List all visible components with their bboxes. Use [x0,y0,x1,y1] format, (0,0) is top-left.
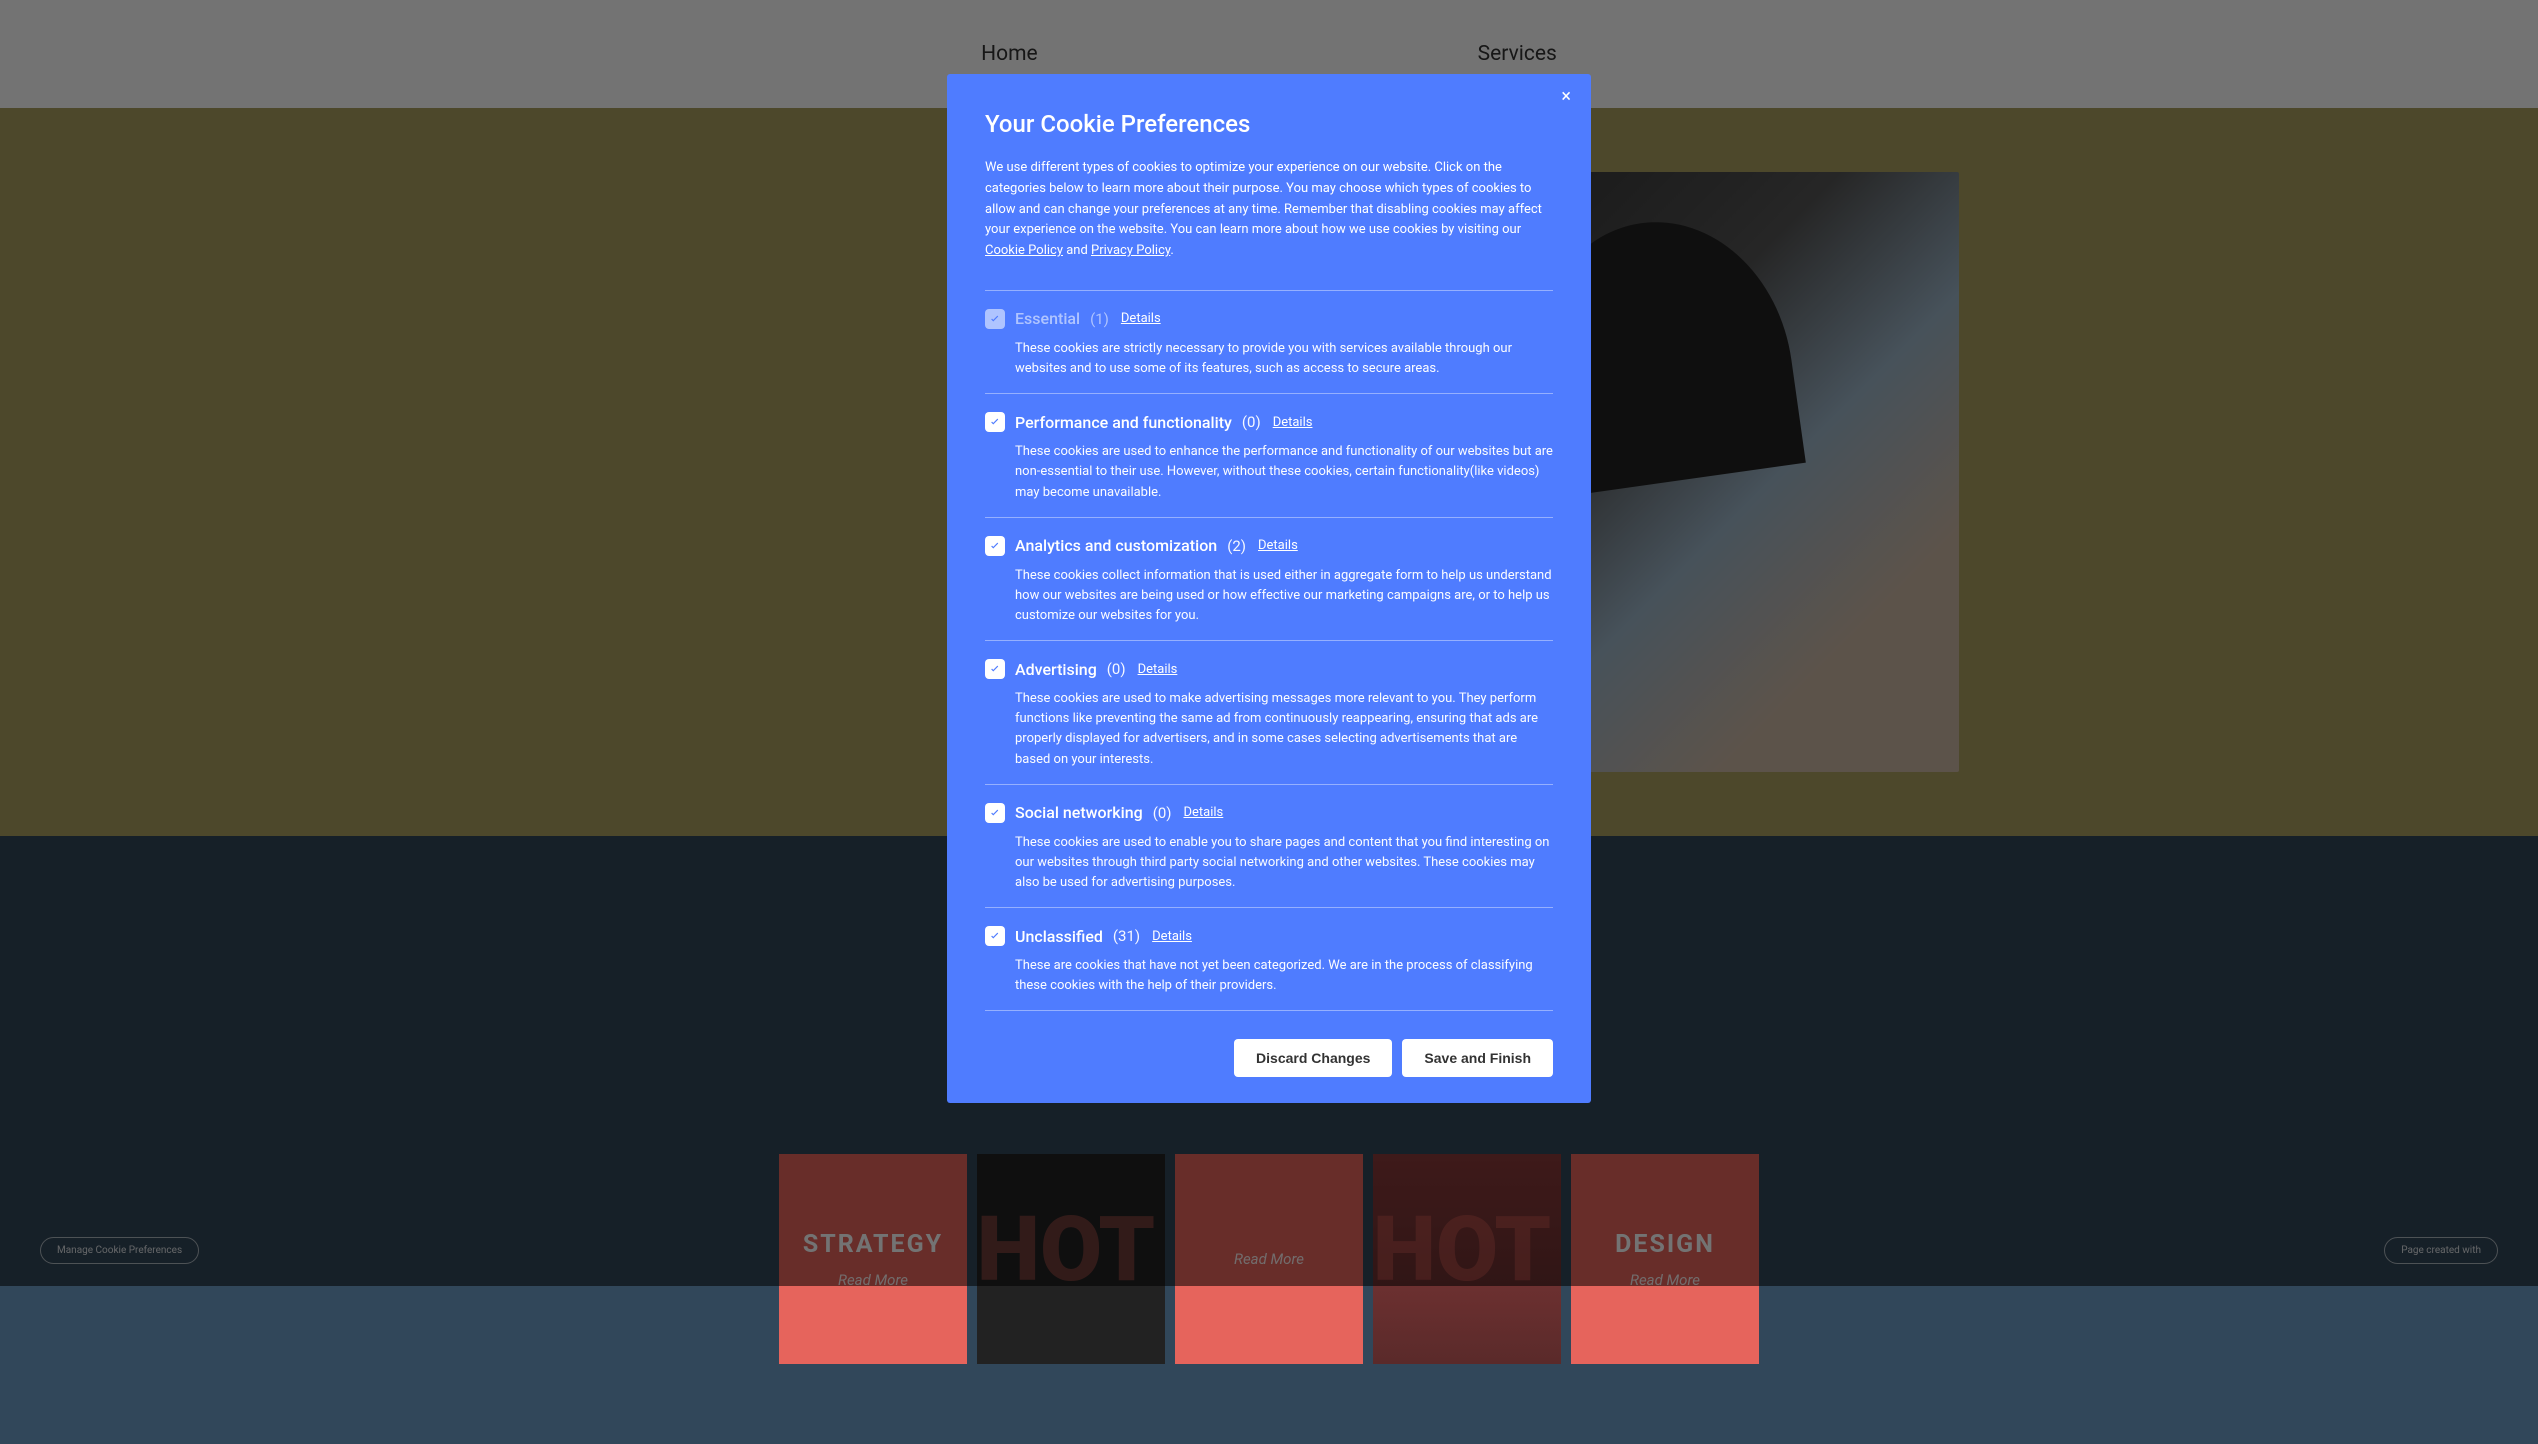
category-count: (31) [1113,927,1140,945]
cookie-preferences-modal: × Your Cookie Preferences We use differe… [947,74,1591,1103]
category-count: (0) [1242,413,1261,431]
modal-actions: Discard Changes Save and Finish [985,1039,1553,1077]
discard-button[interactable]: Discard Changes [1234,1039,1392,1077]
checkbox [985,309,1005,329]
category-header: Unclassified (31) Details [985,926,1553,946]
checkbox[interactable] [985,412,1005,432]
details-link[interactable]: Details [1258,538,1298,553]
category-header: Essential (1) Details [985,309,1553,329]
category-count: (2) [1227,537,1246,555]
category-name: Analytics and customization [1015,536,1217,555]
check-icon [988,929,1002,943]
close-icon[interactable]: × [1561,86,1571,107]
category-essential: Essential (1) Details These cookies are str… [985,290,1553,393]
category-performance-and-functionality: Performance and functionality (0) Details T… [985,393,1553,516]
category-header: Performance and functionality (0) Details [985,412,1553,432]
category-header: Analytics and customization (2) Details [985,536,1553,556]
check-icon [988,806,1002,820]
checkbox[interactable] [985,803,1005,823]
category-description: These cookies are used to enable you to … [985,833,1553,893]
modal-title: Your Cookie Preferences [985,110,1553,138]
category-header: Social networking (0) Details [985,803,1553,823]
details-link[interactable]: Details [1121,311,1161,326]
details-link[interactable]: Details [1152,929,1192,944]
checkbox[interactable] [985,536,1005,556]
check-icon [988,662,1002,676]
details-link[interactable]: Details [1273,415,1313,430]
privacy-policy-link[interactable]: Privacy Policy [1091,243,1170,258]
category-name: Advertising [1015,660,1097,679]
category-unclassified: Unclassified (31) Details These are cookies… [985,907,1553,1011]
category-header: Advertising (0) Details [985,659,1553,679]
category-analytics-and-customization: Analytics and customization (2) Details The… [985,517,1553,640]
checkbox[interactable] [985,926,1005,946]
category-count: (0) [1153,804,1172,822]
category-count: (0) [1107,660,1126,678]
intro-text: We use different types of cookies to opt… [985,160,1542,237]
details-link[interactable]: Details [1183,805,1223,820]
category-description: These cookies are strictly necessary to … [985,339,1553,379]
category-count: (1) [1090,310,1109,328]
category-name: Performance and functionality [1015,413,1232,432]
category-description: These cookies are used to make advertisi… [985,689,1553,770]
check-icon [988,312,1002,326]
category-name: Unclassified [1015,927,1103,946]
category-description: These cookies collect information that i… [985,566,1553,626]
category-advertising: Advertising (0) Details These cookies are u… [985,640,1553,784]
save-button[interactable]: Save and Finish [1402,1039,1553,1077]
intro-and: and [1063,243,1091,258]
category-social-networking: Social networking (0) Details These cookies… [985,784,1553,907]
check-icon [988,539,1002,553]
cookie-policy-link[interactable]: Cookie Policy [985,243,1063,258]
category-name: Essential [1015,309,1080,328]
category-name: Social networking [1015,803,1143,822]
category-description: These are cookies that have not yet been… [985,956,1553,996]
intro-period: . [1170,243,1173,258]
category-description: These cookies are used to enhance the pe… [985,442,1553,502]
details-link[interactable]: Details [1138,662,1178,677]
checkbox[interactable] [985,659,1005,679]
modal-intro: We use different types of cookies to opt… [985,158,1553,262]
check-icon [988,415,1002,429]
